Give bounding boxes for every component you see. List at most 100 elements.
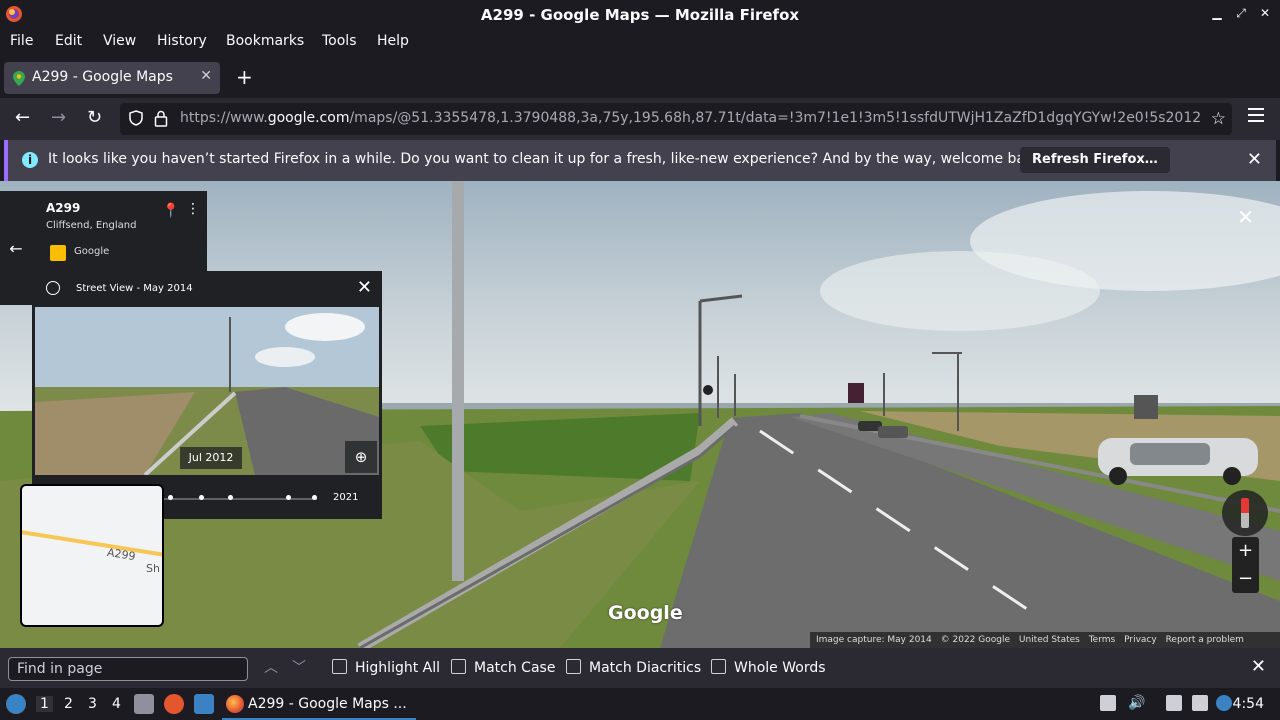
google-maps-icon bbox=[50, 245, 66, 261]
tab-close-button[interactable]: ✕ bbox=[200, 68, 212, 84]
minimap-road-label-2: Sh bbox=[146, 562, 160, 575]
match-diacritics-label: Match Diacritics bbox=[589, 660, 702, 676]
match-case-checkbox[interactable]: Match Case bbox=[451, 659, 555, 676]
google-maps-pin-icon bbox=[13, 71, 25, 86]
volume-icon[interactable]: 🔊 bbox=[1128, 695, 1145, 711]
whole-words-checkbox[interactable]: Whole Words bbox=[711, 659, 826, 676]
copyright: © 2022 Google bbox=[940, 635, 1011, 645]
back-arrow-button[interactable]: ← bbox=[0, 191, 32, 305]
timeline-end-year: 2021 bbox=[333, 492, 359, 503]
navigation-bar: ← → ↻ https://www.google.com/maps/@51.33… bbox=[0, 98, 1280, 140]
google-logo: Google bbox=[608, 602, 683, 624]
app-menu-button[interactable] bbox=[1248, 108, 1264, 126]
close-find-bar-icon[interactable]: ✕ bbox=[1251, 656, 1266, 677]
history-clock-icon bbox=[46, 281, 60, 295]
workspace-2[interactable]: 2 bbox=[64, 696, 73, 712]
url-path: /maps/@51.3355478,1.3790488,3a,75y,195.6… bbox=[349, 110, 1200, 126]
place-info-card: A299 Cliffsend, England Google 📍 ⋮ bbox=[32, 191, 207, 273]
history-thumbnail[interactable]: Jul 2012 ⊕ bbox=[35, 307, 379, 475]
menu-bar: File Edit View History Bookmarks Tools H… bbox=[0, 29, 1280, 54]
history-thumb-date: Jul 2012 bbox=[180, 447, 242, 469]
close-window-button[interactable]: ✕ bbox=[1258, 6, 1272, 21]
imagery-provider: Google bbox=[74, 246, 110, 257]
shield-icon[interactable] bbox=[129, 110, 143, 126]
find-input[interactable]: Find in page bbox=[8, 657, 248, 681]
privacy-link[interactable]: Privacy bbox=[1124, 632, 1157, 648]
tab-label: A299 - Google Maps bbox=[32, 69, 173, 85]
place-location: Cliffsend, England bbox=[46, 220, 137, 231]
location-pin-icon[interactable]: 📍 bbox=[162, 203, 179, 219]
menu-view[interactable]: View bbox=[103, 33, 136, 49]
workspace-3[interactable]: 3 bbox=[88, 696, 97, 712]
menu-help[interactable]: Help bbox=[377, 33, 409, 49]
start-menu-icon[interactable] bbox=[6, 694, 26, 714]
street-view-history-panel: Street View - May 2014 ✕ Jul 2012 ⊕ 2012 bbox=[32, 271, 382, 519]
close-notification-icon[interactable]: ✕ bbox=[1247, 149, 1262, 170]
minimize-button[interactable]: ▁ bbox=[1210, 6, 1224, 21]
find-next-icon[interactable]: ﹀ bbox=[292, 657, 306, 677]
more-options-icon[interactable]: ⋮ bbox=[186, 201, 200, 217]
tray-clipboard-icon[interactable] bbox=[1166, 695, 1182, 711]
workspace-1[interactable]: 1 bbox=[36, 696, 53, 712]
timeline-stop[interactable] bbox=[199, 495, 204, 500]
find-bar: Find in page ︿ ﹀ Highlight All Match Cas… bbox=[0, 648, 1280, 688]
zoom-in-icon[interactable]: ⊕ bbox=[345, 441, 377, 473]
back-button[interactable]: ← bbox=[15, 108, 30, 128]
terms-link[interactable]: Terms bbox=[1089, 632, 1116, 648]
menu-bookmarks[interactable]: Bookmarks bbox=[226, 33, 304, 49]
find-previous-icon[interactable]: ︿ bbox=[264, 657, 278, 677]
refresh-firefox-button[interactable]: Refresh Firefox… bbox=[1020, 147, 1170, 173]
workspace-4[interactable]: 4 bbox=[112, 696, 121, 712]
close-history-icon[interactable]: ✕ bbox=[357, 277, 372, 298]
taskbar-firefox-window[interactable]: A299 - Google Maps ... bbox=[222, 688, 416, 720]
whole-words-label: Whole Words bbox=[734, 660, 826, 676]
menu-file[interactable]: File bbox=[10, 33, 33, 49]
tray-update-icon[interactable] bbox=[1216, 695, 1232, 711]
taskbar-window-label: A299 - Google Maps ... bbox=[248, 696, 407, 712]
highlight-all-checkbox[interactable]: Highlight All bbox=[332, 659, 440, 676]
menu-history[interactable]: History bbox=[157, 33, 207, 49]
firefox-launcher-icon[interactable] bbox=[164, 694, 184, 714]
report-problem-link[interactable]: Report a problem bbox=[1166, 632, 1244, 648]
zoom-out-button[interactable]: − bbox=[1232, 565, 1259, 593]
zoom-controls: + − bbox=[1232, 537, 1259, 593]
url-bar[interactable]: https://www.google.com/maps/@51.3355478,… bbox=[120, 103, 1232, 135]
menu-edit[interactable]: Edit bbox=[55, 33, 82, 49]
new-tab-button[interactable]: + bbox=[236, 67, 253, 87]
tab-bar: A299 - Google Maps ✕ + bbox=[0, 57, 1280, 97]
mini-map[interactable]: A299 Sh bbox=[20, 484, 164, 627]
url-prefix: https://www. bbox=[180, 110, 268, 126]
timeline-stop[interactable] bbox=[168, 495, 173, 500]
region-link[interactable]: United States bbox=[1019, 632, 1080, 648]
timeline-stop[interactable] bbox=[286, 495, 291, 500]
forward-button[interactable]: → bbox=[51, 108, 66, 128]
place-name: A299 bbox=[46, 201, 81, 215]
tray-eject-icon[interactable] bbox=[1100, 695, 1116, 711]
zoom-in-button[interactable]: + bbox=[1232, 537, 1259, 565]
street-view-footer: Image capture: May 2014 © 2022 Google Un… bbox=[810, 632, 1280, 648]
timeline-stop[interactable] bbox=[228, 495, 233, 500]
url-domain: google.com bbox=[267, 110, 350, 126]
image-capture-date: Image capture: May 2014 bbox=[816, 635, 932, 645]
compass-icon[interactable] bbox=[1222, 490, 1268, 536]
terminal-icon[interactable] bbox=[194, 694, 214, 714]
tray-display-icon[interactable] bbox=[1192, 695, 1208, 711]
street-view-viewport[interactable]: ← A299 Cliffsend, England Google 📍 ⋮ Str… bbox=[0, 181, 1280, 648]
lock-icon[interactable] bbox=[154, 110, 168, 127]
taskbar: 1 2 3 4 A299 - Google Maps ... 🔊 4:54 bbox=[0, 688, 1280, 720]
close-street-view-icon[interactable]: ✕ bbox=[1237, 205, 1254, 229]
tab-google-maps[interactable]: A299 - Google Maps ✕ bbox=[4, 62, 220, 94]
maximize-button[interactable]: ⤢ bbox=[1234, 6, 1248, 21]
bookmark-star-icon[interactable]: ☆ bbox=[1211, 109, 1226, 129]
history-header-label: Street View - May 2014 bbox=[76, 283, 193, 294]
window-title: A299 - Google Maps — Mozilla Firefox bbox=[480, 6, 800, 24]
reload-button[interactable]: ↻ bbox=[87, 108, 102, 128]
timeline-stop[interactable] bbox=[312, 495, 317, 500]
file-manager-icon[interactable] bbox=[134, 694, 154, 714]
window-titlebar: A299 - Google Maps — Mozilla Firefox ▁ ⤢… bbox=[0, 0, 1280, 29]
match-diacritics-checkbox[interactable]: Match Diacritics bbox=[566, 659, 701, 676]
url-text[interactable]: https://www.google.com/maps/@51.3355478,… bbox=[180, 110, 1200, 126]
menu-tools[interactable]: Tools bbox=[322, 33, 357, 49]
info-icon: i bbox=[22, 152, 38, 168]
history-header[interactable]: Street View - May 2014 bbox=[46, 281, 193, 295]
